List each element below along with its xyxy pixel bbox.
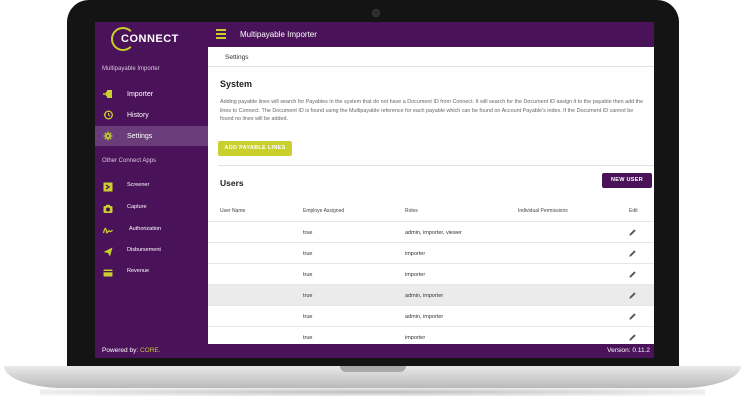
laptop-notch [340, 366, 406, 372]
sidebar-item-label: History [127, 111, 149, 119]
table-row[interactable]: true importer [208, 243, 654, 264]
laptop-frame: CONNECT Multipayable Importer Importer H… [0, 0, 745, 400]
table-row[interactable]: true admin, importer, viewer [208, 222, 654, 243]
app-link-revenue[interactable]: Revenue [95, 263, 208, 281]
users-table-header: User Name Employe Assigned Roles Individ… [208, 202, 654, 222]
edit-pencil-icon[interactable] [628, 249, 637, 258]
column-header-individual-permissions: Individual Permissions [518, 208, 568, 214]
top-app-bar: Multipayable Importer [208, 22, 654, 47]
sidebar-item-history[interactable]: History [95, 105, 208, 125]
gear-icon [103, 131, 113, 141]
cell-roles: importer [405, 251, 426, 257]
tab-settings[interactable]: Settings [225, 54, 249, 61]
send-icon [103, 247, 113, 257]
system-description: Adding payable lines will search for Pay… [220, 99, 644, 122]
powered-by: Powered by: CORE. [102, 347, 161, 354]
edit-pencil-icon[interactable] [628, 291, 637, 300]
app-link-disbursement[interactable]: Disbursement [95, 242, 208, 260]
history-icon [103, 110, 113, 120]
footer-bar: Powered by: CORE. Version: 0.11.2 [95, 344, 654, 358]
table-row[interactable]: true admin, importer [208, 285, 654, 306]
edit-pencil-icon[interactable] [628, 270, 637, 279]
sidebar-heading: Multipayable Importer [102, 66, 160, 72]
section-divider [218, 165, 654, 166]
app-link-label: Disbursement [127, 247, 161, 253]
app-link-label: Authorization [129, 226, 162, 232]
app-link-label: Capture [127, 204, 147, 210]
sidebar-item-importer[interactable]: Importer [95, 84, 208, 104]
webcam-icon [372, 9, 380, 17]
edit-pencil-icon[interactable] [628, 312, 637, 321]
cell-employe-assigned: true [303, 335, 313, 341]
cell-employe-assigned: true [303, 293, 313, 299]
cell-roles: admin, importer, viewer [405, 230, 462, 236]
add-payable-lines-button[interactable]: ADD PAYABLE LINES [218, 141, 292, 156]
logo-text: CONNECT [121, 33, 179, 45]
column-header-user-name: User Name [220, 208, 246, 214]
tab-bar: Settings [208, 47, 654, 67]
page-title: Multipayable Importer [240, 30, 317, 39]
camera-icon [103, 204, 113, 213]
cell-roles: importer [405, 272, 426, 278]
app-link-authorization[interactable]: Authorization [95, 221, 208, 239]
import-icon [103, 90, 112, 98]
app-link-label: Revenue [127, 268, 150, 274]
app-screen: CONNECT Multipayable Importer Importer H… [95, 22, 654, 358]
connect-logo[interactable]: CONNECT [111, 26, 181, 54]
signature-icon [103, 227, 113, 234]
screener-icon [103, 182, 113, 192]
sidebar: CONNECT Multipayable Importer Importer H… [95, 22, 208, 344]
column-header-edit: Edit [629, 208, 638, 214]
cell-roles: importer [405, 335, 426, 341]
sidebar-item-label: Settings [127, 132, 153, 140]
cell-employe-assigned: true [303, 272, 313, 278]
edit-pencil-icon[interactable] [628, 228, 637, 237]
edit-pencil-icon[interactable] [628, 333, 637, 342]
card-icon [103, 269, 113, 277]
app-link-capture[interactable]: Capture [95, 199, 208, 217]
sidebar-item-label: Importer [127, 90, 154, 98]
core-brand-link[interactable]: CORE. [140, 347, 161, 354]
cell-roles: admin, importer [405, 314, 444, 320]
column-header-roles: Roles [405, 208, 418, 214]
new-user-button[interactable]: NEW USER [602, 173, 652, 188]
laptop-shadow [40, 388, 705, 396]
users-section-title: Users [220, 178, 244, 188]
hamburger-menu-icon[interactable] [216, 29, 226, 39]
app-link-screener[interactable]: Screener [95, 177, 208, 195]
powered-by-prefix: Powered by: [102, 347, 140, 354]
column-header-employe-assigned: Employe Assigned [303, 208, 345, 214]
sidebar-item-settings[interactable]: Settings [95, 126, 208, 146]
other-apps-heading: Other Connect Apps [102, 158, 157, 164]
system-section-title: System [220, 79, 253, 89]
table-row[interactable]: true importer [208, 264, 654, 285]
main-content: System Adding payable lines will search … [208, 67, 654, 348]
version-label: Version: 0.11.2 [607, 347, 650, 354]
cell-employe-assigned: true [303, 230, 313, 236]
app-link-label: Screener [127, 182, 150, 188]
cell-employe-assigned: true [303, 314, 313, 320]
cell-roles: admin, importer [405, 293, 444, 299]
table-row[interactable]: true admin, importer [208, 306, 654, 327]
cell-employe-assigned: true [303, 251, 313, 257]
